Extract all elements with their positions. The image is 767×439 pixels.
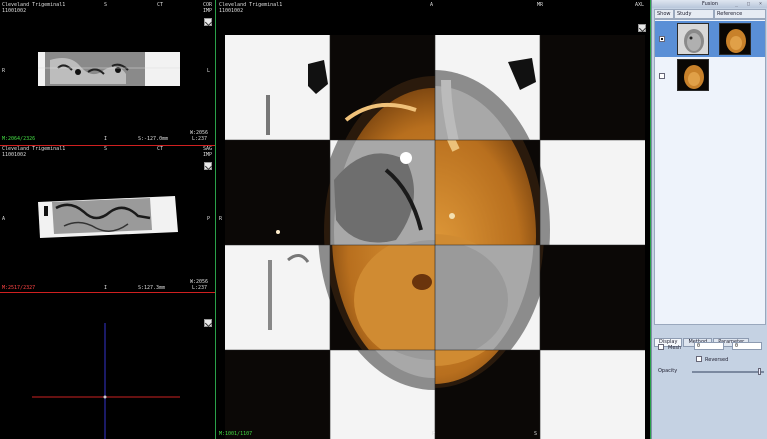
modality-label: MR <box>537 2 544 8</box>
expand-icon[interactable] <box>638 24 646 32</box>
sagittal-slice-image <box>38 196 178 238</box>
series-list[interactable] <box>654 19 766 325</box>
mr-thumbnail-image <box>678 60 708 90</box>
column-header-study[interactable]: Study <box>674 9 714 19</box>
fusion-panel: Fusion _ □ × Show Study Reference Displa… <box>651 0 767 439</box>
fusion-checkerboard-image <box>225 35 645 439</box>
coronal-viewport[interactable]: Cleveland Trigeminal1 11001002 S CT COR … <box>0 0 215 145</box>
slice-fraction: M:1001/1107 <box>219 431 253 437</box>
mesh-label: Mesh <box>668 345 682 351</box>
window-level: L:237 <box>192 136 208 142</box>
list-item[interactable] <box>655 21 765 57</box>
slice-fraction: M:2064/2326 <box>2 136 36 142</box>
reversed-label: Reversed <box>705 357 729 363</box>
axial-fusion-viewport[interactable]: Cleveland Trigeminal1 11001002 A MR AXL … <box>216 0 650 439</box>
coronal-slice-image <box>38 52 180 86</box>
mesh-checkbox[interactable] <box>658 344 664 350</box>
orientation-left: R <box>219 216 223 222</box>
list-item[interactable] <box>655 58 765 94</box>
study-thumbnail-ct[interactable] <box>677 23 709 55</box>
crosshair-lines <box>32 323 180 439</box>
show-checkbox[interactable] <box>659 73 665 79</box>
panel-tabs: DisplayMethodParameter <box>654 328 750 347</box>
crosshair-viewport[interactable] <box>0 293 215 439</box>
opacity-slider[interactable] <box>692 371 764 373</box>
column-header-reference[interactable]: Reference <box>714 9 766 19</box>
patient-id: 11001002 <box>219 8 244 14</box>
opacity-label: Opacity <box>658 368 678 374</box>
mesh-value-2-stepper[interactable]: 0 <box>732 342 762 350</box>
slice-position: S:-127.0mm <box>138 136 169 142</box>
view-label: AXL <box>635 2 645 8</box>
window-level: L:237 <box>192 285 208 291</box>
sagittal-viewport[interactable]: Cleveland Trigeminal1 11001002 S CT SAG … <box>0 146 215 292</box>
orientation-bottom: P <box>432 431 436 437</box>
study-thumbnail-mr[interactable] <box>677 59 709 91</box>
orientation-bottom: I <box>104 136 108 142</box>
reference-thumbnail-mr[interactable] <box>719 23 751 55</box>
slice-fraction: M:2517/2327 <box>2 285 36 291</box>
mr-thumbnail-image <box>720 24 750 54</box>
column-header-show[interactable]: Show <box>654 9 674 19</box>
ct-thumbnail-image <box>678 24 708 54</box>
slice-position: S:127.3mm <box>138 285 166 291</box>
mesh-value-1-stepper[interactable]: 0 <box>694 342 724 350</box>
orientation-top: A <box>430 2 434 8</box>
opacity-slider-handle[interactable] <box>758 368 762 375</box>
reversed-checkbox[interactable] <box>696 356 702 362</box>
slice-indicator: S <box>534 431 538 437</box>
panel-window-buttons[interactable]: _ □ × <box>735 1 765 7</box>
show-checkbox[interactable] <box>659 36 665 42</box>
orientation-bottom: I <box>104 285 108 291</box>
